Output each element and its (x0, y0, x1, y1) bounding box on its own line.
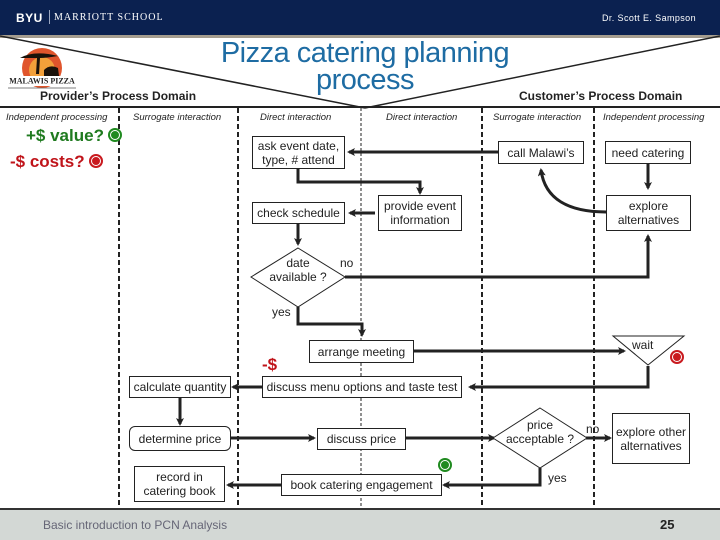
costs-legend: -$ costs? (10, 152, 103, 172)
step-record-catering[interactable]: record in catering book (134, 466, 225, 502)
decision-date-available-label: date available ? (269, 256, 327, 284)
step-arrange-meeting[interactable]: arrange meeting (309, 340, 414, 363)
step-discuss-menu[interactable]: discuss menu options and taste test (262, 376, 462, 398)
costs-legend-text: -$ costs? (10, 152, 85, 171)
value-legend: +$ value? (26, 126, 122, 146)
step-discuss-price[interactable]: discuss price (317, 428, 406, 450)
decision-no-label: no (586, 422, 600, 436)
column-header: Independent processing (6, 112, 108, 123)
flow-arrow (442, 468, 542, 489)
cost-marker: -$ (262, 355, 278, 374)
value-legend-text: +$ value? (26, 126, 104, 145)
step-provide-event-info[interactable]: provide event information (378, 195, 462, 231)
provider-domain-label: Provider’s Process Domain (40, 89, 197, 103)
step-need-catering[interactable]: need catering (605, 141, 691, 164)
step-book-engagement[interactable]: book catering engagement (281, 474, 442, 496)
column-header: Surrogate interaction (493, 112, 582, 123)
column-header: Surrogate interaction (133, 112, 222, 123)
flow-arrow (537, 168, 607, 214)
decision-yes-label: yes (272, 305, 291, 319)
malawis-pizza-logo: MALAWIS PIZZA (2, 48, 82, 89)
footer-text: Basic introduction to PCN Analysis (43, 518, 228, 532)
wait-label: wait (632, 338, 654, 352)
happy-face-icon (107, 128, 122, 142)
column-header: Direct interaction (260, 112, 332, 123)
logo-text: MALAWIS PIZZA (9, 77, 75, 86)
customer-domain-label: Customer’s Process Domain (519, 89, 683, 103)
page-number: 25 (660, 517, 675, 532)
flow-arrow (296, 168, 424, 195)
sad-face-icon (670, 350, 684, 364)
page-title: Pizza catering planning process (220, 37, 510, 96)
column-header: Independent processing (603, 112, 705, 123)
column-header: Direct interaction (386, 112, 458, 123)
decision-no-label: no (340, 256, 354, 270)
step-explore-alternatives[interactable]: explore alternatives (606, 195, 691, 231)
step-calculate-quantity[interactable]: calculate quantity (129, 376, 231, 398)
sad-face-icon (88, 154, 103, 168)
step-explore-other[interactable]: explore other alternatives (612, 413, 690, 464)
flow-arrow (345, 234, 652, 279)
happy-face-icon (438, 458, 452, 472)
flow-arrow (468, 366, 650, 391)
step-ask-event[interactable]: ask event date, type, # attend (252, 136, 345, 169)
decision-price-acceptable-label: price acceptable ? (505, 418, 575, 446)
step-call-malawis[interactable]: call Malawi’s (498, 141, 584, 164)
step-check-schedule[interactable]: check schedule (252, 202, 345, 224)
flow-arrow (296, 307, 366, 337)
decision-yes-label: yes (548, 471, 567, 485)
step-determine-price[interactable]: determine price (129, 426, 231, 451)
